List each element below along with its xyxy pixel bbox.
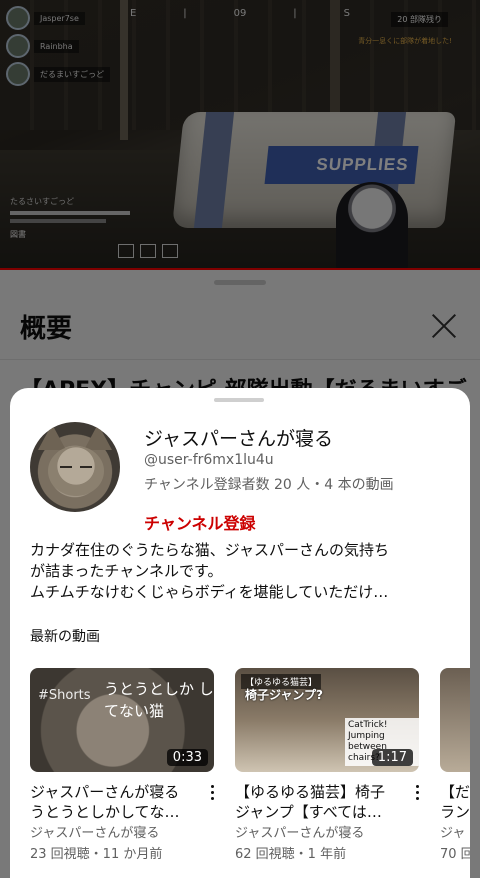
video-card[interactable]: 【ゆるゆる猫芸】 椅子ジャンプ? CatTrick! Jumping betwe… (235, 668, 419, 864)
video-thumbnail[interactable] (440, 668, 470, 772)
cat-ear (38, 424, 66, 450)
more-options-icon[interactable] (411, 782, 423, 802)
cat-eye (80, 466, 92, 468)
video-channel: ジャスパーさんが寝る (235, 826, 365, 841)
latest-videos-heading: 最新の動画 (30, 629, 100, 645)
video-thumbnail[interactable]: 【ゆるゆる猫芸】 椅子ジャンプ? CatTrick! Jumping betwe… (235, 668, 419, 772)
title-line: ジャンプ【すべては… (235, 803, 382, 821)
channel-handle: @user-fr6mx1lu4u (144, 452, 274, 468)
video-meta: 23 回視聴・11 か月前 (30, 847, 163, 862)
video-title[interactable]: ジャスパーさんが寝る うとうとしかしてな… (30, 782, 200, 822)
video-card[interactable]: #Shorts うとうとしか してない猫 0:33 ジャスパーさんが寝る うとう… (30, 668, 214, 864)
more-options-icon[interactable] (206, 782, 218, 802)
thumbnail-text: うとうとしか してない猫 (104, 680, 214, 720)
cat-face (48, 446, 104, 496)
thumbnail-text: 椅子ジャンプ? (245, 688, 324, 702)
video-channel: ジャ (440, 826, 466, 841)
video-thumbnail[interactable]: #Shorts うとうとしか してない猫 0:33 (30, 668, 214, 772)
thumbnail-tag: #Shorts (38, 688, 91, 703)
channel-sheet: ジャスパーさんが寝る @user-fr6mx1lu4u チャンネル登録者数 20… (10, 388, 470, 878)
video-meta: 62 回視聴・1 年前 (235, 847, 347, 862)
video-title[interactable]: 【だ ラン (440, 782, 470, 822)
channel-description[interactable]: カナダ在住のぐうたらな猫、ジャスパーさんの気持ち が詰まったチャンネルです。 ム… (30, 540, 450, 603)
cat-eye (60, 466, 72, 468)
latest-videos-list: #Shorts うとうとしか してない猫 0:33 ジャスパーさんが寝る うとう… (30, 668, 470, 878)
title-line: ジャスパーさんが寝る (30, 783, 180, 801)
description-line: カナダ在住のぐうたらな猫、ジャスパーさんの気持ち (30, 541, 389, 559)
channel-name[interactable]: ジャスパーさんが寝る (144, 424, 333, 451)
video-meta: 70 回 (440, 847, 470, 862)
description-line: ムチムチなけむくじゃらボディを堪能していただけ… (30, 583, 389, 601)
title-line: ラン (440, 803, 470, 821)
title-line: うとうとしかしてな… (30, 803, 180, 821)
channel-stats: チャンネル登録者数 20 人・4 本の動画 (144, 477, 394, 493)
drag-handle[interactable] (214, 398, 264, 402)
video-card[interactable]: 【だ ラン ジャ 70 回 (440, 668, 470, 864)
description-line: が詰まったチャンネルです。 (30, 562, 223, 580)
video-title[interactable]: 【ゆるゆる猫芸】椅子 ジャンプ【すべては… (235, 782, 405, 822)
subscribe-button[interactable]: チャンネル登録 (144, 510, 256, 534)
title-line: 【だ (440, 783, 470, 801)
cat-ear (84, 424, 112, 450)
channel-avatar[interactable] (30, 422, 120, 512)
video-channel: ジャスパーさんが寝る (30, 826, 160, 841)
title-line: 【ゆるゆる猫芸】椅子 (235, 783, 386, 801)
video-duration: 0:33 (166, 749, 208, 766)
video-duration: 1:17 (371, 749, 413, 766)
